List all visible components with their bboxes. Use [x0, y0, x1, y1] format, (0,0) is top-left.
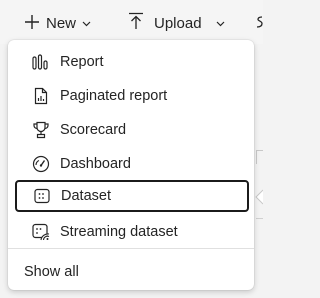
plus-icon	[24, 12, 40, 34]
streaming-dataset-icon	[32, 223, 50, 241]
menu-item-scorecard[interactable]: Scorecard	[16, 114, 248, 146]
chevron-down-icon	[82, 14, 91, 32]
menu-item-label: Dashboard	[60, 156, 131, 172]
show-all-link[interactable]: Show all	[24, 264, 79, 280]
upload-button-label: Upload	[154, 14, 202, 32]
new-button[interactable]: New	[10, 8, 102, 38]
menu-item-report[interactable]: Report	[16, 46, 248, 78]
upload-button[interactable]: Upload	[128, 8, 236, 38]
background-chevron	[254, 188, 264, 206]
menu-item-streaming-dataset[interactable]: Streaming dataset	[16, 216, 248, 248]
menu-item-paginated-report[interactable]: Paginated report	[16, 80, 248, 112]
trophy-icon	[32, 121, 50, 139]
toolbar: New Upload	[0, 0, 263, 44]
new-menu: Report Paginated report Scorecard Dashbo…	[8, 40, 254, 290]
menu-item-label: Paginated report	[60, 88, 168, 104]
menu-item-label: Report	[60, 54, 104, 70]
menu-item-label: Streaming dataset	[60, 224, 178, 240]
overflow-toolbar-fragment	[256, 14, 264, 30]
paginated-report-icon	[32, 87, 50, 105]
menu-divider	[8, 248, 254, 249]
new-button-label: New	[46, 14, 77, 32]
background-fragment	[256, 218, 263, 246]
chevron-down-icon	[216, 14, 225, 32]
upload-icon	[128, 12, 144, 35]
menu-item-label: Scorecard	[60, 122, 127, 138]
background-list-item-fragment	[26, 292, 146, 298]
dataset-icon	[33, 187, 51, 205]
menu-item-dashboard[interactable]: Dashboard	[16, 148, 248, 180]
background-fragment	[256, 150, 263, 164]
report-icon	[32, 53, 50, 71]
menu-item-label: Dataset	[61, 188, 111, 204]
menu-item-dataset[interactable]: Dataset	[15, 180, 249, 212]
gauge-icon	[32, 155, 50, 173]
